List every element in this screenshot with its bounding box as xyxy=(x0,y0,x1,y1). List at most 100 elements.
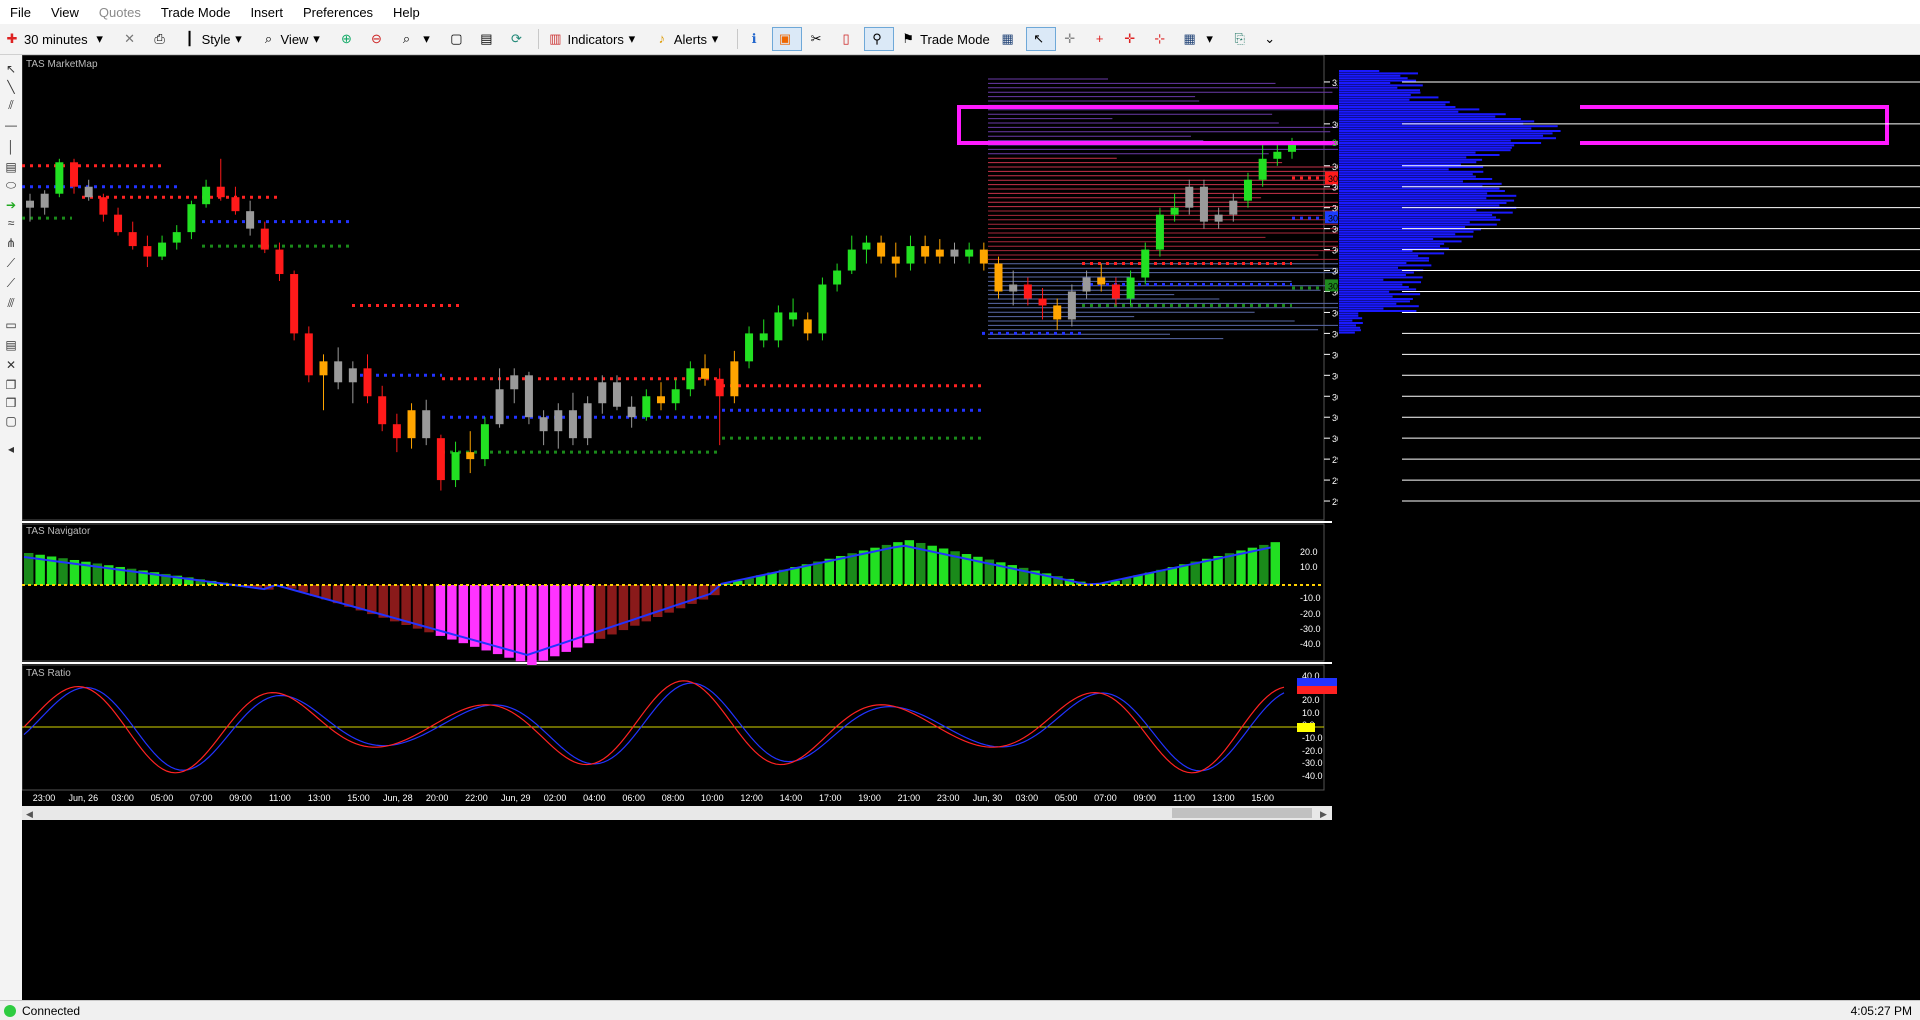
menu-preferences[interactable]: Preferences xyxy=(293,5,383,20)
pitchfork-tool-icon[interactable]: ⋔ xyxy=(3,235,19,251)
time-tick-label: 05:00 xyxy=(151,793,174,803)
candle-body xyxy=(172,232,181,243)
pointer-icon[interactable]: ↖ xyxy=(3,61,19,77)
collapse-toolbar-icon[interactable]: ◂ xyxy=(3,441,19,457)
line-tool-icon[interactable]: ╲ xyxy=(3,79,19,95)
chart-colors-button[interactable]: ▣ xyxy=(772,27,803,51)
chart-workspace[interactable]: TAS MarketMap TAS Navigator TAS Ratio 31… xyxy=(21,43,1920,1000)
layout-button[interactable]: ▦ ▾ xyxy=(1178,27,1226,51)
new-page-button[interactable]: ▯ xyxy=(834,27,862,51)
frame-tool-icon[interactable]: ▢ xyxy=(3,413,19,429)
crosshair-sync-button[interactable]: ⊹ xyxy=(1148,27,1176,51)
copy-tool-icon[interactable]: ❐ xyxy=(3,377,19,393)
curve-tool-icon[interactable]: ≈ xyxy=(3,215,19,231)
rectangle-tool-icon[interactable]: ▭ xyxy=(3,317,19,333)
text-tool-icon[interactable]: ▤ xyxy=(3,159,19,175)
chevron-down-icon: ▾ xyxy=(313,31,320,46)
navigator-bar xyxy=(447,585,457,640)
volume-bar xyxy=(1339,118,1521,120)
volume-bar xyxy=(1339,295,1393,298)
candle-body xyxy=(759,333,768,341)
crosshair-tool-button[interactable]: ✛ xyxy=(1058,27,1086,51)
candle-body xyxy=(642,396,651,418)
pointer-tool-button[interactable]: ↖ xyxy=(1025,27,1056,51)
layers-tool-icon[interactable]: ❒ xyxy=(3,395,19,411)
style-button[interactable]: ┃ Style ▾ xyxy=(178,27,255,51)
data-window-button[interactable]: ▤ xyxy=(474,27,502,51)
zoom-in-icon: ⊕ xyxy=(341,31,352,46)
gann-tool-icon[interactable]: ⟋ xyxy=(3,275,19,291)
close-chart-button[interactable]: ✕ xyxy=(118,27,146,51)
zoom-in-button[interactable]: ⊕ xyxy=(334,27,362,51)
fib-tool-icon[interactable]: ⫻ xyxy=(3,295,19,311)
zoom-out-button[interactable]: ⊖ xyxy=(364,27,392,51)
select-area-button[interactable]: ▢ xyxy=(444,27,472,51)
trade-mode-button[interactable]: ⚑ Trade Mode xyxy=(896,27,994,51)
delete-tool-icon[interactable]: ✕ xyxy=(3,357,19,373)
volume-bar xyxy=(1339,77,1408,80)
menu-file[interactable]: File xyxy=(0,5,41,20)
navigator-bar xyxy=(893,542,903,585)
time-tick-label: Jun, 26 xyxy=(69,793,99,803)
volume-bar xyxy=(1339,262,1407,264)
zoom-menu-button[interactable]: ⌕ ▾ xyxy=(394,27,442,51)
connection-status-icon xyxy=(4,1004,16,1017)
navigator-bar xyxy=(515,585,526,662)
time-tick-label: 07:00 xyxy=(190,793,213,803)
scroll-right-icon[interactable]: ▶ xyxy=(1320,809,1327,819)
time-tick-label: 06:00 xyxy=(622,793,645,803)
note-tool-icon[interactable]: ▤ xyxy=(3,337,19,353)
cut-button[interactable]: ✂ xyxy=(804,27,832,51)
candle-body xyxy=(1243,179,1252,201)
menu-help[interactable]: Help xyxy=(383,5,430,20)
candle-body xyxy=(392,424,401,439)
arrow-tool-icon[interactable]: ➔ xyxy=(3,197,19,213)
menu-view[interactable]: View xyxy=(41,5,89,20)
interval-select[interactable]: ✚ 30 minutes ▾ xyxy=(0,27,116,51)
volume-bar xyxy=(1339,98,1410,101)
scrollbar-thumb[interactable] xyxy=(1172,808,1312,818)
candle-body xyxy=(1273,151,1282,159)
volume-bar xyxy=(1339,166,1484,168)
volume-bar xyxy=(1339,103,1446,106)
indicators-button[interactable]: ▥ Indicators ▾ xyxy=(543,27,647,51)
volume-bar xyxy=(1339,149,1511,152)
time-tick-label: Jun, 28 xyxy=(383,793,413,803)
candle-body xyxy=(1023,284,1032,299)
fan-tool-icon[interactable]: ⟋ xyxy=(3,255,19,271)
print-button[interactable]: ⎙ xyxy=(148,27,176,51)
export-button[interactable]: ⎘ xyxy=(1228,27,1256,51)
chart-canvas[interactable]: TAS MarketMap TAS Navigator TAS Ratio 31… xyxy=(21,43,1920,1000)
trade-settings-button[interactable]: ▦ xyxy=(996,27,1024,51)
volume-bar xyxy=(1339,84,1423,87)
ratio-tick-label: -20.0 xyxy=(1302,746,1323,756)
view-button[interactable]: ⌕ View ▾ xyxy=(257,27,333,51)
candle-body xyxy=(128,232,137,247)
crosshair-full-button[interactable]: ✛ xyxy=(1118,27,1146,51)
toolbar-overflow-button[interactable]: ⌄ xyxy=(1258,27,1286,51)
channel-tool-icon[interactable]: ⫽ xyxy=(3,97,19,113)
link-button[interactable]: ⚲ xyxy=(864,27,895,51)
horizontal-scrollbar[interactable] xyxy=(22,806,1332,820)
navigator-bar xyxy=(470,585,480,647)
info-button[interactable]: ℹ xyxy=(742,27,770,51)
clock-time: 4:05:27 PM xyxy=(1850,1004,1912,1018)
menu-trade-mode[interactable]: Trade Mode xyxy=(151,5,241,20)
trade-settings-icon: ▦ xyxy=(1001,31,1014,46)
ellipse-tool-icon[interactable]: ⬭ xyxy=(3,177,19,193)
menu-insert[interactable]: Insert xyxy=(240,5,293,20)
crosshair-red-button[interactable]: + xyxy=(1088,27,1116,51)
expand-icon[interactable]: ⇔ xyxy=(1902,43,1914,57)
horizontal-line-icon[interactable]: — xyxy=(3,117,19,133)
vertical-line-icon[interactable]: │ xyxy=(3,139,19,155)
volume-bar xyxy=(1339,209,1477,212)
alerts-button[interactable]: ♪ Alerts ▾ xyxy=(650,27,731,51)
candle-body xyxy=(495,389,504,425)
candle-body xyxy=(539,417,548,432)
time-tick-label: 11:00 xyxy=(1173,793,1195,803)
candle-body xyxy=(598,382,607,404)
refresh-button[interactable]: ⟳ xyxy=(504,27,532,51)
scroll-left-icon[interactable]: ◀ xyxy=(26,809,33,819)
menu-quotes[interactable]: Quotes xyxy=(89,5,151,20)
time-tick-label: 11:00 xyxy=(269,793,291,803)
